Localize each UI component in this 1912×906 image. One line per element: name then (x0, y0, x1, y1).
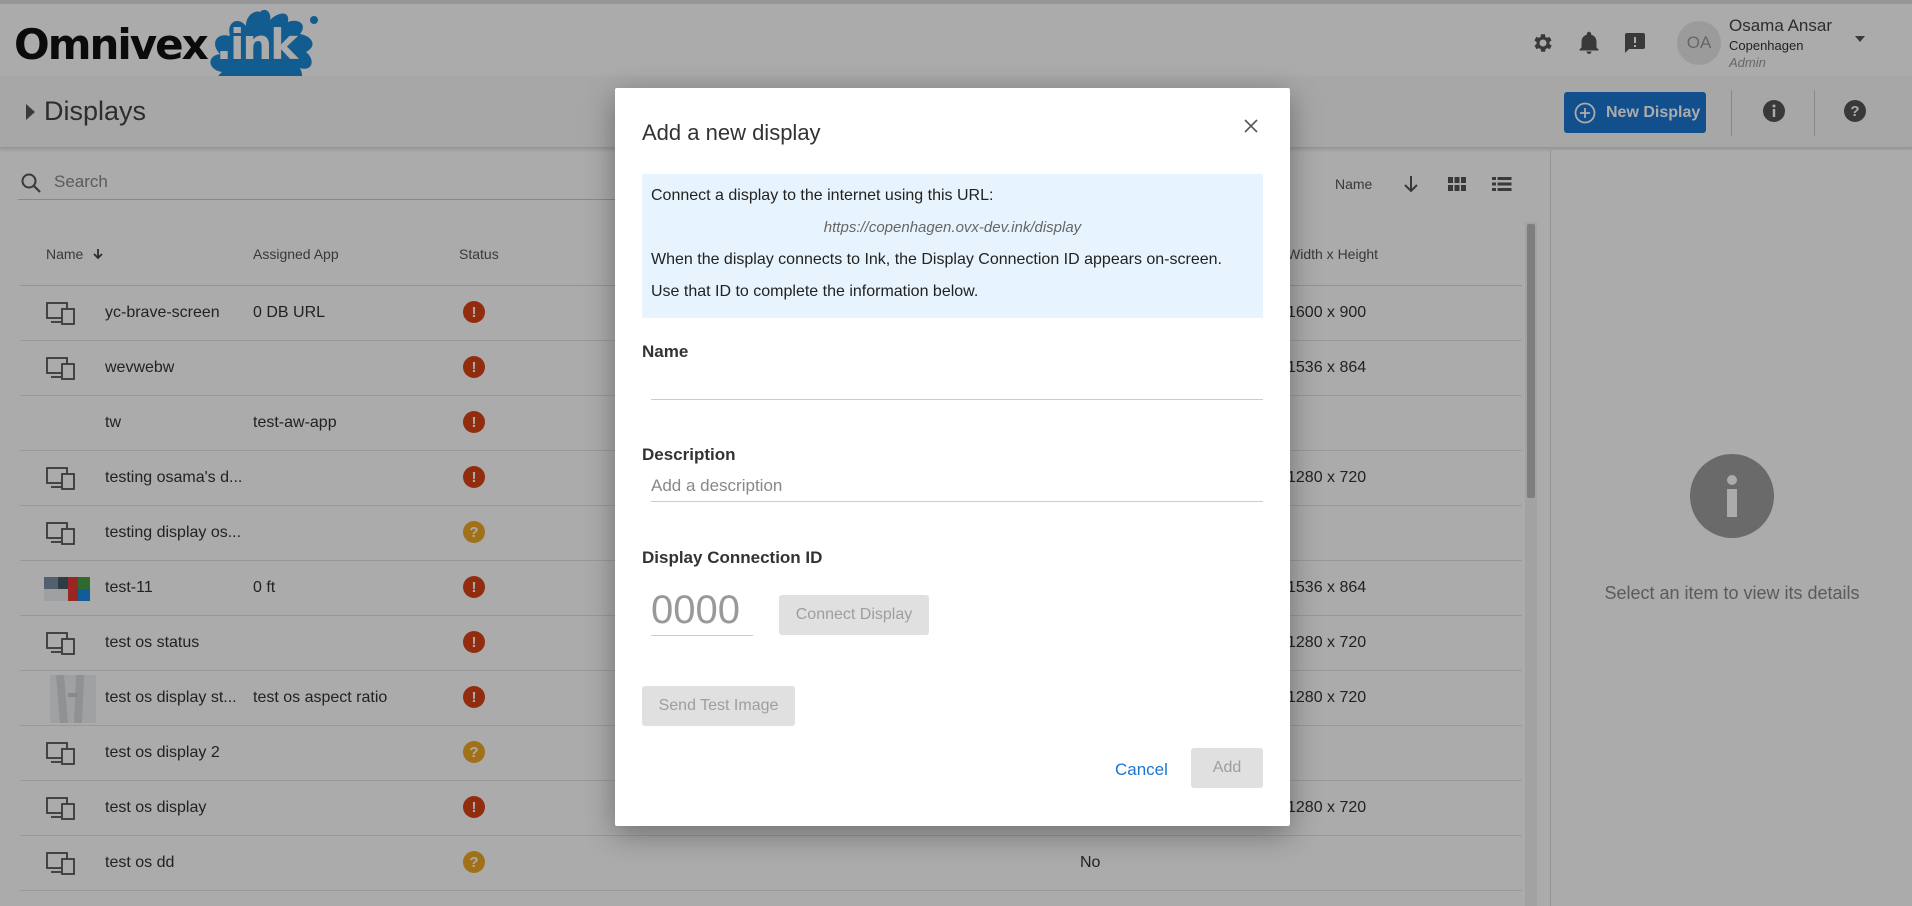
name-field[interactable] (651, 368, 1263, 400)
add-display-dialog: Add a new display Connect a display to t… (615, 88, 1290, 826)
close-icon[interactable] (1239, 114, 1263, 138)
connect-display-button[interactable]: Connect Display (779, 595, 929, 635)
name-label: Name (642, 342, 689, 361)
cancel-button[interactable]: Cancel (1115, 760, 1168, 780)
description-field[interactable] (651, 470, 1263, 502)
add-button[interactable]: Add (1191, 748, 1263, 788)
connection-id-label: Display Connection ID (642, 548, 823, 567)
dialog-title: Add a new display (642, 120, 821, 145)
description-label: Description (642, 445, 736, 464)
connection-id-input[interactable] (651, 586, 753, 636)
info-instructions-text: When the display connects to Ink, the Di… (651, 251, 1222, 300)
info-intro-text: Connect a display to the internet using … (651, 187, 994, 204)
send-test-image-button[interactable]: Send Test Image (642, 686, 795, 726)
connection-info-box: Connect a display to the internet using … (642, 174, 1263, 318)
